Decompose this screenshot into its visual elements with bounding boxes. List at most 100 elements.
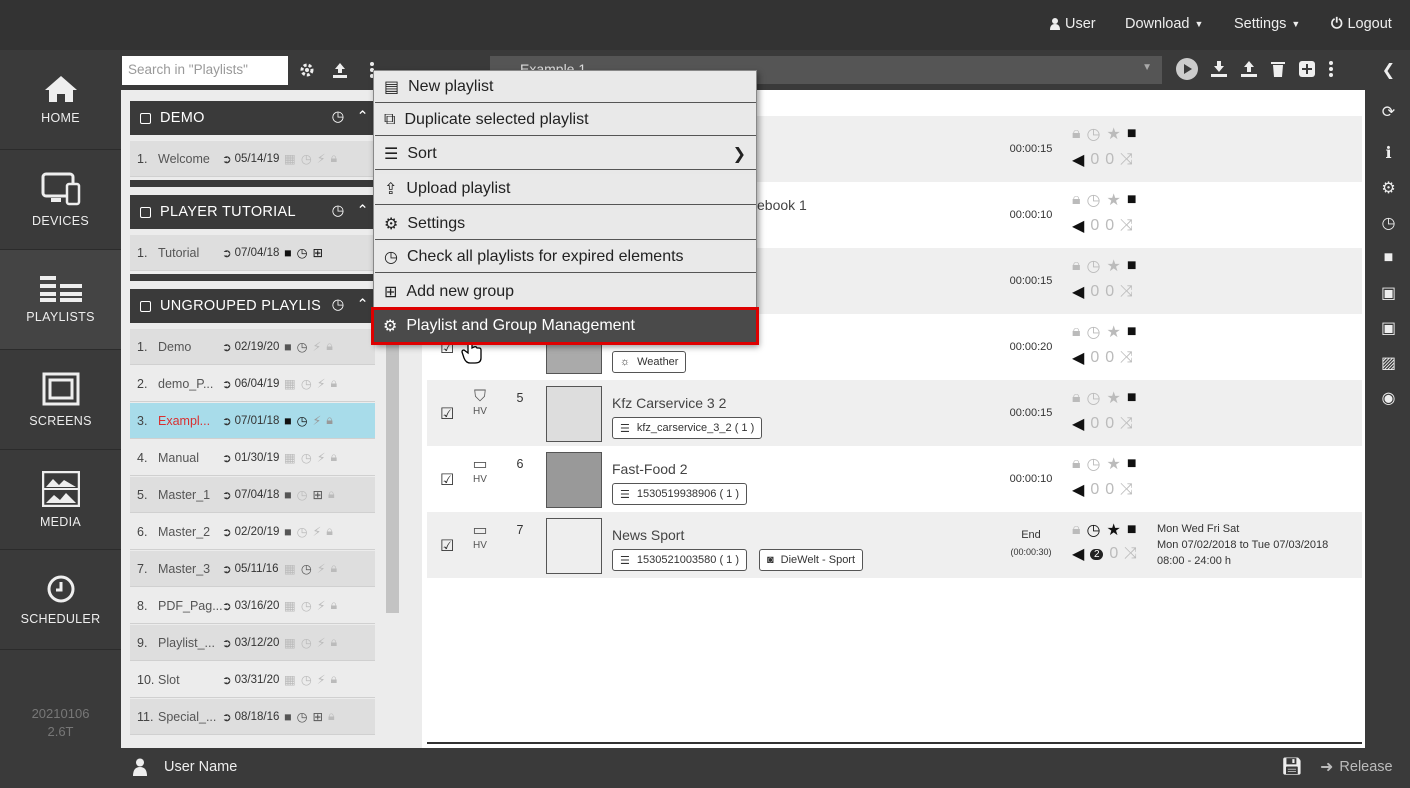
group-header-demo[interactable]: DEMO ◷ ⌃ [130, 101, 375, 135]
image-button[interactable]: ▨ [1367, 348, 1410, 378]
playlist-row[interactable]: 10. Slot ➲ 03/31/20 ▦ ◷ ⚡ 🔒︎ [130, 662, 375, 698]
menu-item-add-group[interactable]: ⊞ Add new group [375, 277, 756, 308]
trash-icon[interactable] [1270, 60, 1286, 78]
playlist-row-selected[interactable]: 3. Exampl... ➲ 07/01/18 ■ ◷ ⚡ 🔒︎ [130, 403, 375, 439]
volume-icon[interactable]: ◀ [1072, 414, 1084, 434]
history-icon[interactable]: ◷ [332, 109, 345, 125]
clock-icon[interactable]: ◷ [1087, 454, 1101, 474]
refresh-button[interactable]: ⟳ [1367, 97, 1410, 127]
add-icon[interactable] [1298, 60, 1316, 78]
volume-icon[interactable]: ◀ [1072, 544, 1084, 564]
layout-button[interactable]: ▣ [1367, 278, 1410, 308]
menu-item-playlist-group-management[interactable]: ⚙ Playlist and Group Management [371, 307, 759, 345]
group-header-ungrouped[interactable]: UNGROUPED PLAYLIS ◷ ⌃ [130, 289, 375, 323]
item-checkbox[interactable]: ☑ [440, 404, 454, 424]
shuffle-icon[interactable]: ⤨ [1120, 217, 1133, 235]
history-icon[interactable]: ◷ [332, 297, 345, 313]
lock-icon[interactable]: 🔒︎ [1072, 257, 1081, 275]
logout-button[interactable]: ⏻ Logout [1331, 16, 1392, 32]
lock-icon[interactable]: 🔒︎ [1072, 191, 1081, 209]
info-button[interactable]: ℹ [1367, 138, 1410, 168]
download-icon[interactable] [1210, 60, 1228, 78]
checkbox-icon[interactable] [140, 300, 151, 312]
settings-button[interactable]: ⚙ [1367, 173, 1410, 203]
nav-playlists[interactable]: PLAYLISTS [0, 250, 121, 350]
camera-button[interactable]: ◉ [1367, 383, 1410, 413]
item-checkbox[interactable]: ☑ [440, 536, 454, 556]
star-icon[interactable]: ★ [1106, 388, 1120, 408]
playlist-row[interactable]: 1. Welcome ➲ 05/14/19 ▦ ◷ ⚡ 🔒︎ [130, 141, 375, 177]
clock-icon[interactable]: ◷ [1087, 190, 1101, 210]
upload-icon[interactable] [1240, 60, 1258, 78]
lock-icon[interactable]: 🔒︎ [1072, 521, 1081, 539]
history-icon[interactable]: ◷ [332, 203, 345, 219]
menu-item-new-playlist[interactable]: ▤ New playlist [375, 72, 756, 103]
settings-menu[interactable]: Settings ▼ [1234, 16, 1300, 32]
playlist-row[interactable]: 9. Playlist_... ➲ 03/12/20 ▦ ◷ ⚡ 🔒︎ [130, 625, 375, 661]
checkbox-icon[interactable] [140, 206, 151, 218]
volume-icon[interactable]: ◀ [1072, 216, 1084, 236]
star-icon[interactable]: ★ [1106, 454, 1120, 474]
playlist-row[interactable]: 11. Special_... ➲ 08/18/16 ■ ◷ ⊞ 🔒︎ [130, 699, 375, 735]
star-icon[interactable]: ★ [1106, 256, 1120, 276]
lock-icon[interactable]: 🔒︎ [1072, 323, 1081, 341]
chevron-up-icon[interactable]: ⌃ [357, 297, 369, 313]
playlist-settings-button[interactable] [297, 60, 317, 80]
checkbox-icon[interactable] [140, 112, 151, 124]
volume-icon[interactable]: ◀ [1072, 150, 1084, 170]
video-icon[interactable]: ■ [1127, 323, 1137, 341]
clock-icon[interactable]: ◷ [1087, 520, 1101, 540]
video-icon[interactable]: ■ [1127, 191, 1137, 209]
item-checkbox[interactable]: ☑ [440, 470, 454, 490]
nav-home[interactable]: HOME [0, 50, 121, 150]
clock-icon[interactable]: ◷ [1087, 388, 1101, 408]
menu-item-check-expired[interactable]: ◷ Check all playlists for expired element… [375, 242, 756, 273]
release-button[interactable]: ➜ Release [1320, 757, 1393, 777]
clock-icon[interactable]: ◷ [1087, 124, 1101, 144]
user-menu[interactable]: User [1050, 16, 1096, 32]
video-icon[interactable]: ■ [1127, 521, 1137, 539]
group-header-player-tutorial[interactable]: PLAYER TUTORIAL ◷ ⌃ [130, 195, 375, 229]
clock-icon[interactable]: ◷ [1087, 322, 1101, 342]
shuffle-icon[interactable]: ⤨ [1124, 545, 1137, 563]
chevron-up-icon[interactable]: ⌃ [357, 203, 369, 219]
chevron-up-icon[interactable]: ⌃ [357, 109, 369, 125]
playlist-row[interactable]: 4. Manual ➲ 01/30/19 ▦ ◷ ⚡ 🔒︎ [130, 440, 375, 476]
layout2-button[interactable]: ▣ [1367, 313, 1410, 343]
playlist-upload-button[interactable] [330, 60, 350, 80]
video-button[interactable]: ■ [1367, 243, 1410, 273]
playlist-row[interactable]: 1. Demo ➲ 02/19/20 ■ ◷ ⚡ 🔒︎ [130, 329, 375, 365]
menu-item-settings[interactable]: ⚙ Settings [375, 209, 756, 240]
star-icon[interactable]: ★ [1106, 322, 1120, 342]
shuffle-icon[interactable]: ⤨ [1120, 151, 1133, 169]
playlist-row[interactable]: 5. Master_1 ➲ 07/04/18 ■ ◷ ⊞ 🔒︎ [130, 477, 375, 513]
volume-icon[interactable]: ◀ [1072, 480, 1084, 500]
shuffle-icon[interactable]: ⤨ [1120, 349, 1133, 367]
shuffle-icon[interactable]: ⤨ [1120, 415, 1133, 433]
playlist-item-row[interactable]: ☑ ▭ HV 6 Fast-Food 2 ☰ 1530519938906 ( 1 )… [427, 446, 1362, 512]
shuffle-icon[interactable]: ⤨ [1120, 481, 1133, 499]
menu-item-duplicate-playlist[interactable]: ⧉ Duplicate selected playlist [375, 105, 756, 136]
nav-screens[interactable]: SCREENS [0, 350, 121, 450]
nav-devices[interactable]: DEVICES [0, 150, 121, 250]
clock-icon[interactable]: ◷ [1087, 256, 1101, 276]
play-icon[interactable] [1176, 58, 1198, 80]
menu-item-sort[interactable]: ☰ Sort ❯ [375, 139, 756, 170]
video-icon[interactable]: ■ [1127, 389, 1137, 407]
playlist-search-input[interactable]: Search in "Playlists" [122, 56, 288, 85]
playlist-row[interactable]: 2. demo_P... ➲ 06/04/19 ▦ ◷ ⚡ 🔒︎ [130, 366, 375, 402]
nav-scheduler[interactable]: SCHEDULER [0, 550, 121, 650]
video-icon[interactable]: ■ [1127, 125, 1137, 143]
video-icon[interactable]: ■ [1127, 257, 1137, 275]
volume-icon[interactable]: ◀ [1072, 348, 1084, 368]
menu-item-upload-playlist[interactable]: ⇪ Upload playlist [375, 174, 756, 205]
shuffle-icon[interactable]: ⤨ [1120, 283, 1133, 301]
lock-icon[interactable]: 🔒︎ [1072, 125, 1081, 143]
playlist-row[interactable]: 1. Tutorial ➲ 07/04/18 ■ ◷ ⊞ [130, 235, 375, 271]
download-menu[interactable]: Download ▼ [1125, 16, 1203, 32]
more-vertical-icon[interactable] [1328, 61, 1334, 77]
star-icon[interactable]: ★ [1106, 124, 1120, 144]
playlist-row[interactable]: 7. Master_3 ➲ 05/11/16 ▦ ◷ ⚡ 🔒︎ [130, 551, 375, 587]
lock-icon[interactable]: 🔒︎ [1072, 389, 1081, 407]
volume-icon[interactable]: ◀ [1072, 282, 1084, 302]
